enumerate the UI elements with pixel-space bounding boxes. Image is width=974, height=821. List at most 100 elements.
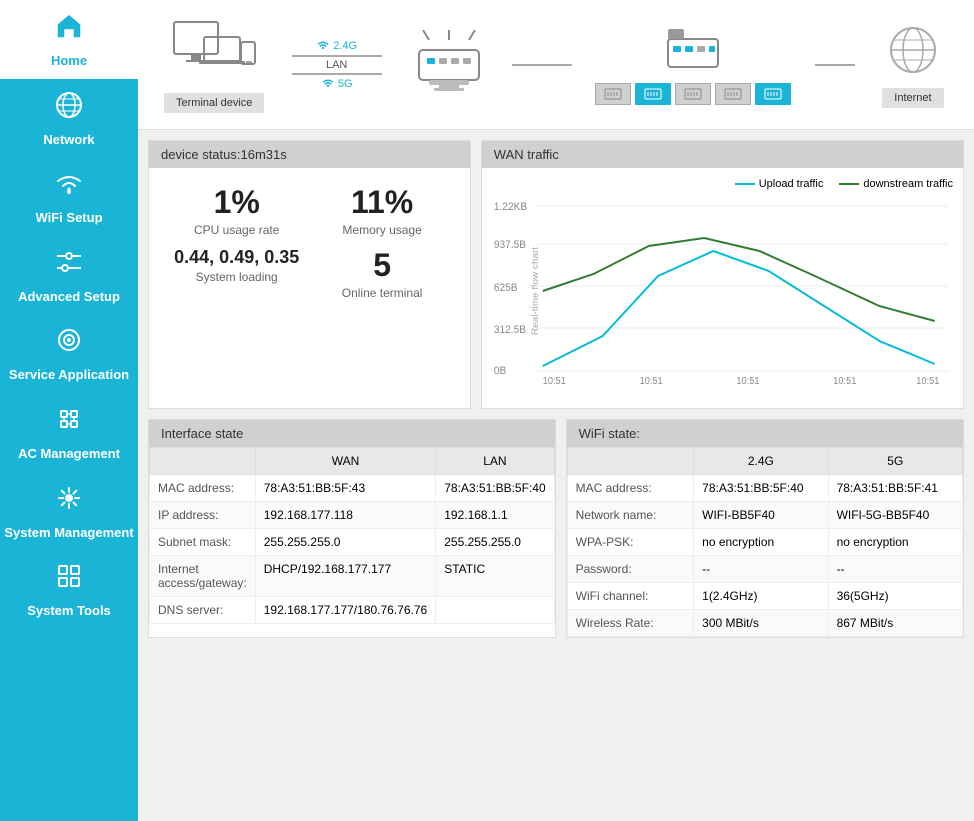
status-grid: 1% CPU usage rate 11% Memory usage 0.44,… xyxy=(149,168,470,316)
port-5[interactable] xyxy=(755,83,791,105)
interface-row-wan: 255.255.255.0 xyxy=(255,529,436,556)
wifi-row-label: WPA-PSK: xyxy=(567,529,694,556)
chart-area: Upload traffic downstream traffic 1.22KB… xyxy=(482,168,963,408)
wifi-row-5g: -- xyxy=(828,556,962,583)
svg-text:10:51: 10:51 xyxy=(543,376,566,386)
table-row: MAC address: 78:A3:51:BB:5F:40 78:A3:51:… xyxy=(567,475,962,502)
wifi-row-5g: 867 MBit/s xyxy=(828,610,962,637)
terminal-value: 5 xyxy=(373,247,391,284)
chart-legend: Upload traffic downstream traffic xyxy=(492,178,953,190)
wan-traffic-header: WAN traffic xyxy=(482,141,963,168)
wifi-row-5g: WIFI-5G-BB5F40 xyxy=(828,502,962,529)
router-icon xyxy=(409,30,489,100)
wifi-row-5g: 78:A3:51:BB:5F:41 xyxy=(828,475,962,502)
sidebar-home-label: Home xyxy=(51,53,87,69)
lan-line xyxy=(292,55,382,57)
wifi-row-24g: 78:A3:51:BB:5F:40 xyxy=(694,475,828,502)
port-1[interactable] xyxy=(595,83,631,105)
system-icon xyxy=(53,482,85,521)
sidebar-item-wifi[interactable]: WiFi Setup xyxy=(0,157,138,236)
interface-row-lan: 192.168.1.1 xyxy=(436,502,554,529)
terminal-device-button[interactable]: Terminal device xyxy=(164,93,264,113)
svg-text:Real-time flow chart: Real-time flow chart xyxy=(530,247,541,336)
wifi-row-5g: no encryption xyxy=(828,529,962,556)
port-3[interactable] xyxy=(675,83,711,105)
sidebar-ac-label: AC Management xyxy=(18,446,120,462)
table-row: Internet access/gateway: DHCP/192.168.17… xyxy=(150,556,555,597)
interface-row-wan: 192.168.177.118 xyxy=(255,502,436,529)
wifi-col-24g: 2.4G xyxy=(694,448,828,475)
wifi-row-label: MAC address: xyxy=(567,475,694,502)
table-row: Password: -- -- xyxy=(567,556,962,583)
wifi-row-24g: 1(2.4GHz) xyxy=(694,583,828,610)
memory-label: Memory usage xyxy=(342,223,421,237)
sidebar-tools-label: System Tools xyxy=(27,603,111,619)
upload-legend-line xyxy=(735,183,755,185)
downstream-legend-line xyxy=(839,183,859,185)
interface-row-label: DNS server: xyxy=(150,597,256,624)
sidebar-item-home[interactable]: Home xyxy=(0,0,138,79)
wifi-state-body: 2.4G 5G MAC address: 78:A3:51:BB:5F:40 7… xyxy=(567,447,963,637)
sidebar: Home Network WiFi Setup xyxy=(0,0,138,821)
wifi-row-label: Network name: xyxy=(567,502,694,529)
main-content: Terminal device 2.4G LAN 5G xyxy=(138,0,974,821)
table-row: WiFi channel: 1(2.4GHz) 36(5GHz) xyxy=(567,583,962,610)
table-row: Subnet mask: 255.255.255.0 255.255.255.0 xyxy=(150,529,555,556)
sidebar-item-network[interactable]: Network xyxy=(0,79,138,158)
table-row: DNS server: 192.168.177.177/180.76.76.76 xyxy=(150,597,555,624)
wifi-row-5g: 36(5GHz) xyxy=(828,583,962,610)
interface-row-lan: 78:A3:51:BB:5F:40 xyxy=(436,475,554,502)
interface-row-label: Internet access/gateway: xyxy=(150,556,256,597)
downstream-legend: downstream traffic xyxy=(839,178,953,190)
port-4[interactable] xyxy=(715,83,751,105)
cpu-value: 1% xyxy=(214,184,260,221)
sidebar-item-tools[interactable]: System Tools xyxy=(0,550,138,629)
port-2[interactable] xyxy=(635,83,671,105)
freq-5g-label: 5G xyxy=(321,77,353,91)
network-icon xyxy=(53,89,85,128)
internet-button[interactable]: Internet xyxy=(882,88,943,108)
svg-text:1.22KB: 1.22KB xyxy=(494,201,527,213)
upload-legend-label: Upload traffic xyxy=(759,178,824,190)
interface-row-label: Subnet mask: xyxy=(150,529,256,556)
sidebar-item-ac[interactable]: AC Management xyxy=(0,393,138,472)
wifi-row-24g: no encryption xyxy=(694,529,828,556)
wifi-state-header: WiFi state: xyxy=(567,420,963,447)
svg-text:10:51: 10:51 xyxy=(916,376,939,386)
loading-value: 0.44, 0.49, 0.35 xyxy=(174,247,299,268)
router-group xyxy=(409,30,489,100)
svg-text:937.5B: 937.5B xyxy=(494,239,526,251)
service-icon xyxy=(53,324,85,363)
device-status-header: device status:16m31s xyxy=(149,141,470,168)
freq-24g-label: 2.4G xyxy=(316,39,357,53)
wifi-state-panel: WiFi state: 2.4G 5G MAC address: 78:A3:5… xyxy=(566,419,964,638)
terminal-label: Online terminal xyxy=(342,286,423,300)
interface-row-lan: 255.255.255.0 xyxy=(436,529,554,556)
wifi-row-24g: 300 MBit/s xyxy=(694,610,828,637)
sidebar-item-service[interactable]: Service Application xyxy=(0,314,138,393)
bottom-panels: Interface state WAN LAN MAC address: 78:… xyxy=(138,419,974,648)
loading-cell: 0.44, 0.49, 0.35 System loading xyxy=(169,247,304,300)
advanced-icon xyxy=(53,246,85,285)
interface-table: WAN LAN MAC address: 78:A3:51:BB:5F:43 7… xyxy=(149,447,555,624)
sidebar-item-system[interactable]: System Management xyxy=(0,472,138,551)
wifi-row-label: Password: xyxy=(567,556,694,583)
interface-state-panel: Interface state WAN LAN MAC address: 78:… xyxy=(148,419,556,638)
wifi-row-24g: -- xyxy=(694,556,828,583)
wifi-row-24g: WIFI-BB5F40 xyxy=(694,502,828,529)
wan-line xyxy=(512,64,572,66)
terminal-group: Terminal device xyxy=(164,17,264,113)
terminal-cell: 5 Online terminal xyxy=(314,247,449,300)
device-status-panel: device status:16m31s 1% CPU usage rate 1… xyxy=(148,140,471,409)
table-row: IP address: 192.168.177.118 192.168.1.1 xyxy=(150,502,555,529)
interface-col-wan: WAN xyxy=(255,448,436,475)
sidebar-item-advanced[interactable]: Advanced Setup xyxy=(0,236,138,315)
traffic-chart-svg: 1.22KB 937.5B 625B 312.5B 0B Real-time f… xyxy=(492,196,953,386)
ac-icon xyxy=(53,403,85,442)
table-row: MAC address: 78:A3:51:BB:5F:43 78:A3:51:… xyxy=(150,475,555,502)
middle-panels: device status:16m31s 1% CPU usage rate 1… xyxy=(138,130,974,419)
internet-cable xyxy=(815,64,855,66)
interface-row-label: MAC address: xyxy=(150,475,256,502)
wifi-icon xyxy=(53,167,85,206)
memory-cell: 11% Memory usage xyxy=(314,184,449,237)
